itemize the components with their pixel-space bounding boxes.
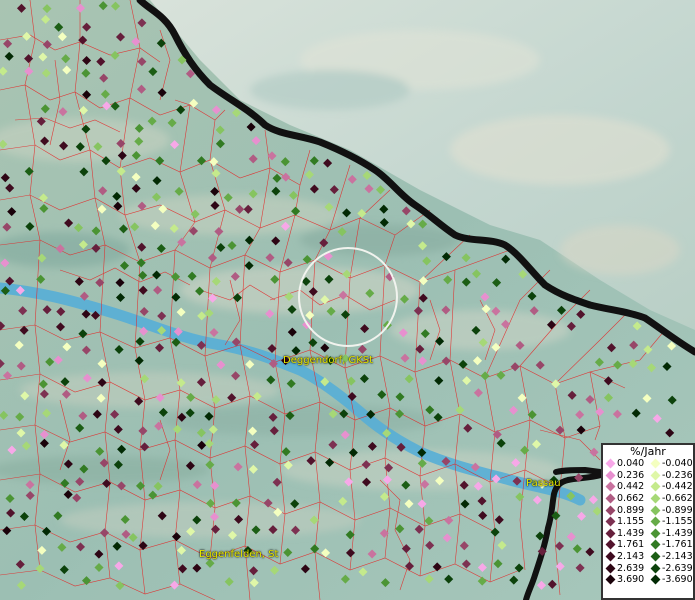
legend-label: 1.761 (617, 539, 645, 551)
legend-swatch (650, 482, 661, 492)
legend-row: 2.143 (603, 551, 648, 563)
legend-label: -0.899 (662, 504, 693, 516)
legend-label: 0.442 (617, 481, 645, 493)
legend-swatch (650, 551, 661, 562)
legend-row: -0.662 (648, 493, 693, 505)
legend-label: 0.662 (617, 493, 645, 505)
legend-label: -3.690 (662, 574, 693, 586)
legend-label: -1.761 (662, 539, 693, 551)
legend-swatch (605, 551, 616, 562)
legend-row: 3.690 (603, 574, 648, 586)
map-canvas[interactable] (0, 0, 695, 600)
legend-label: 2.143 (617, 551, 645, 563)
legend-label: 0.040 (617, 458, 645, 470)
legend-swatch (650, 458, 661, 469)
legend-row: 1.155 (603, 516, 648, 528)
legend-swatch (650, 528, 661, 539)
legend-swatch (605, 516, 616, 527)
legend-row: -2.143 (648, 551, 693, 563)
legend-swatch (605, 458, 616, 469)
legend-row: 0.236 (603, 470, 648, 482)
legend-label: 1.155 (617, 516, 645, 528)
legend-row: 2.639 (603, 562, 648, 574)
legend-label: 0.899 (617, 504, 645, 516)
legend-row: -0.442 (648, 481, 693, 493)
legend-swatch (650, 563, 661, 574)
legend-row: -3.690 (648, 574, 693, 586)
legend-swatch (605, 470, 616, 481)
legend-swatch (605, 528, 616, 539)
legend-swatch (650, 540, 661, 550)
legend-label: -1.155 (662, 516, 693, 528)
legend-label: -2.639 (662, 562, 693, 574)
legend-swatch (650, 516, 661, 527)
place-label-deggendorf: Deggendorf, GKSt (283, 355, 374, 366)
legend-label: -0.040 (662, 458, 693, 470)
legend-positive-column: 0.040 0.236 0.442 0.662 0.899 1.155 1.439 1.761… (603, 458, 648, 586)
place-label-passau: Passau (526, 478, 561, 489)
legend-swatch (650, 505, 661, 516)
legend-swatch (605, 493, 616, 504)
legend-label: 2.639 (617, 562, 645, 574)
legend-row: -0.236 (648, 470, 693, 482)
legend-row: -0.040 (648, 458, 693, 470)
legend-row: -1.761 (648, 539, 693, 551)
legend-swatch (605, 505, 616, 516)
legend-row: 1.761 (603, 539, 648, 551)
legend-label: 1.439 (617, 527, 645, 539)
terrain-background (0, 0, 695, 600)
legend-label: -0.442 (662, 481, 693, 493)
legend-row: 1.439 (603, 528, 648, 540)
legend-row: 0.899 (603, 504, 648, 516)
legend-swatch (650, 470, 661, 481)
legend-swatch (605, 540, 616, 550)
legend-label: -0.236 (662, 469, 693, 481)
legend-label: -1.439 (662, 527, 693, 539)
legend-row: 0.442 (603, 481, 648, 493)
legend-row: 0.040 (603, 458, 648, 470)
legend-swatch (605, 574, 616, 585)
legend-row: -0.899 (648, 504, 693, 516)
legend-row: -1.439 (648, 528, 693, 540)
legend-row: -1.155 (648, 516, 693, 528)
legend-negative-column: -0.040 -0.236 -0.442 -0.662 -0.899 -1.155 -1.4… (648, 458, 693, 586)
legend-row: -2.639 (648, 562, 693, 574)
legend-swatch (650, 574, 661, 585)
legend-swatch (650, 493, 661, 504)
legend: %/Jahr 0.040 0.236 0.442 0.662 0.899 1.155 1.4… (601, 443, 695, 600)
legend-title: %/Jahr (630, 445, 666, 458)
legend-swatch (605, 563, 616, 574)
place-label-eggenfelden: Eggenfelden, St (199, 549, 279, 560)
legend-label: -0.662 (662, 493, 693, 505)
legend-label: 3.690 (617, 574, 645, 586)
legend-label: -2.143 (662, 551, 693, 563)
legend-swatch (605, 482, 616, 492)
legend-row: 0.662 (603, 493, 648, 505)
legend-label: 0.236 (617, 469, 645, 481)
